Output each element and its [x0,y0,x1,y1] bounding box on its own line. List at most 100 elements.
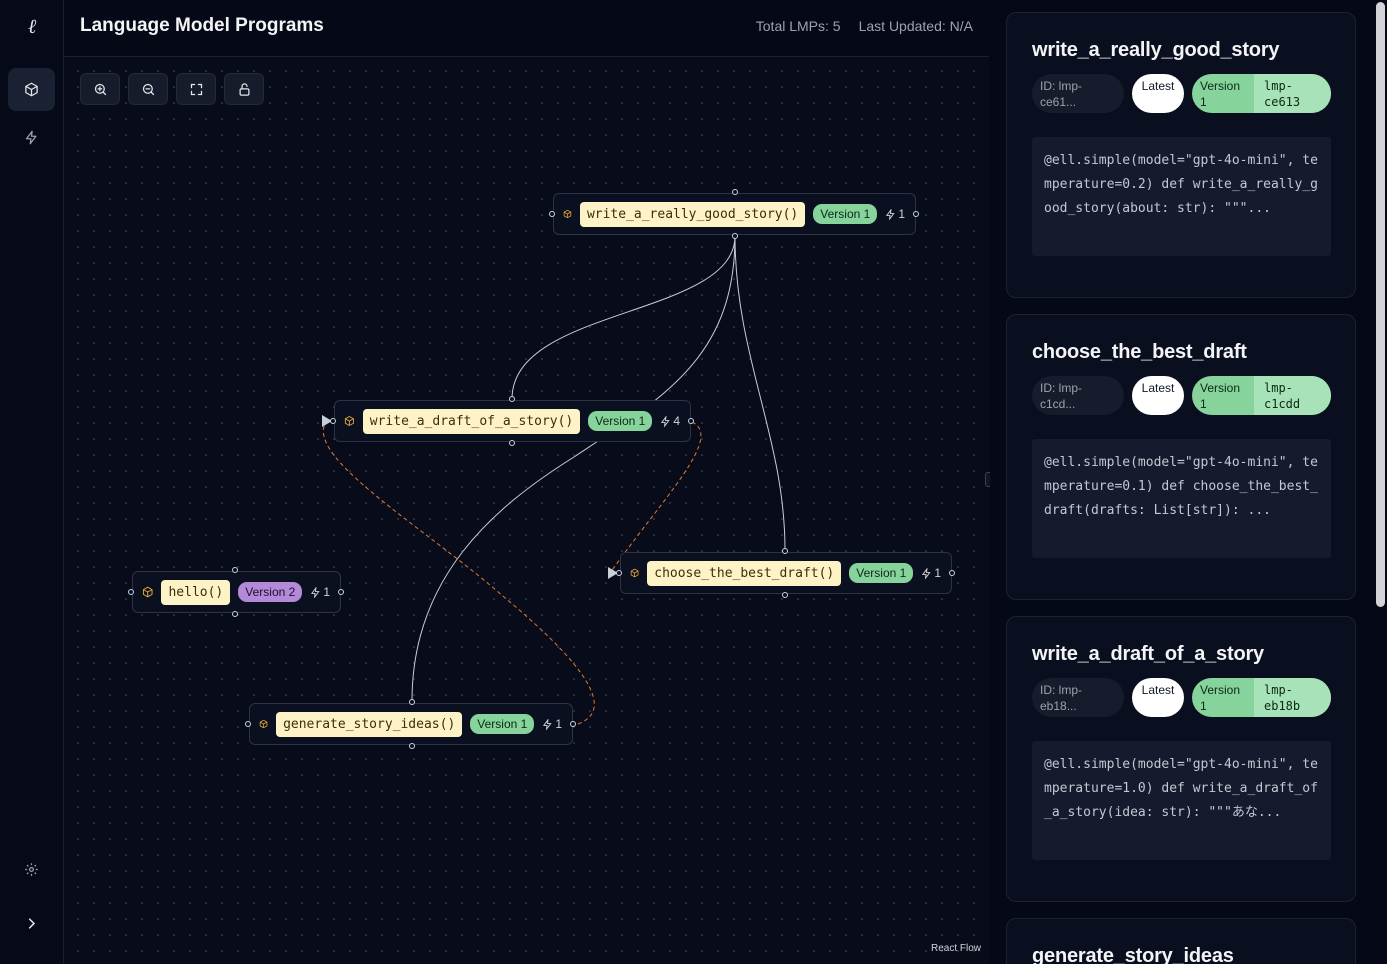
lmp-card-title[interactable]: write_a_really_good_story [1032,39,1280,62]
zoom-in-button[interactable] [80,73,120,105]
settings-button[interactable] [8,848,55,891]
node-handle-left[interactable] [245,721,251,727]
total-lmps: Total LMPs: 5 [755,18,841,34]
lmp-card[interactable]: generate_story_ideas [1006,918,1356,964]
node-handle-right[interactable] [913,211,919,217]
node-handle-left[interactable] [330,418,336,424]
node-handle-top[interactable] [732,189,738,195]
lmp-detail-panel[interactable]: write_a_really_good_story ID: lmp- ce61.… [990,0,1387,964]
lmp-node-choose-the-best-draft[interactable]: choose_the_best_draft() Version 1 1 [620,552,952,594]
lmp-card[interactable]: write_a_really_good_story ID: lmp- ce61.… [1006,12,1356,298]
node-handle-top[interactable] [409,699,415,705]
node-invocation-count: 1 [542,717,562,731]
node-invocation-count: 1 [885,207,905,221]
left-rail: ℓ [0,0,64,964]
lmp-node-write-a-really-good-story[interactable]: write_a_really_good_story() Version 1 1 [553,193,916,235]
gear-icon [25,863,38,876]
node-version-badge: Version 1 [470,714,535,734]
last-updated: Last Updated: N/A [858,18,973,34]
unlock-icon [239,82,249,96]
node-handle-right[interactable] [949,570,955,576]
lmp-card-title[interactable]: choose_the_best_draft [1032,341,1247,364]
canvas-toolbar [80,73,264,105]
expand-sidebar-button[interactable] [8,902,55,945]
bolt-icon [661,415,670,427]
edge-story-to-choose [734,235,786,551]
version-hash: lmp- ce613 [1254,74,1331,113]
lmp-node-write-a-draft-of-a-story[interactable]: write_a_draft_of_a_story() Version 1 4 [334,400,691,442]
version-label: Version 1 [1200,683,1241,713]
invocation-count-value: 1 [323,585,330,599]
dataflow-ideas-to-draft [323,421,595,725]
node-handle-left[interactable] [128,589,134,595]
nav-lmps-button[interactable] [8,68,55,111]
cube-icon [259,719,268,729]
node-handle-top[interactable] [782,548,788,554]
lmp-card-title[interactable]: write_a_draft_of_a_story [1032,643,1264,666]
node-version-badge: Version 1 [849,563,914,583]
lmp-card[interactable]: write_a_draft_of_a_story ID: lmp- eb18..… [1006,616,1356,902]
node-handle-right[interactable] [688,418,694,424]
ell-logo[interactable]: ℓ [0,14,64,39]
lmp-card-badges: ID: lmp- ce61... Latest Version 1 lmp- c… [1032,74,1331,113]
bolt-icon [25,130,37,145]
edge-story-to-ideas [411,235,736,702]
panel-scrollbar[interactable] [1376,2,1385,607]
node-handle-bottom[interactable] [509,440,515,446]
node-handle-left[interactable] [616,570,622,576]
node-handle-bottom[interactable] [409,743,415,749]
react-flow-attribution[interactable]: React Flow [931,943,981,954]
node-handle-bottom[interactable] [732,233,738,239]
invocation-count-value: 1 [898,207,905,221]
version-label: Version 1 [1200,381,1241,411]
version-hash: lmp- eb18b [1254,678,1331,717]
header-stats: Total LMPs: 5 Last Updated: N/A [756,18,973,34]
latest-badge: Latest [1132,74,1184,113]
nav-invocations-button[interactable] [8,116,55,159]
node-handle-right[interactable] [570,721,576,727]
node-handle-top[interactable] [232,567,238,573]
chevron-right-icon [28,918,36,929]
version-hash: lmp- c1cdd [1254,376,1331,415]
lmp-card[interactable]: choose_the_best_draft ID: lmp- c1cd... L… [1006,314,1356,600]
node-handle-bottom[interactable] [782,592,788,598]
cube-icon [142,586,153,598]
node-handle-right[interactable] [338,589,344,595]
zoom-out-button[interactable] [128,73,168,105]
lmp-node-hello[interactable]: hello() Version 2 1 [132,571,341,613]
bolt-icon [886,208,895,220]
node-invocation-count: 1 [310,585,330,599]
node-function-name: write_a_draft_of_a_story() [362,408,581,434]
dataflow-draft-to-choose [609,421,702,574]
node-handle-bottom[interactable] [232,611,238,617]
lmp-card-title[interactable]: generate_story_ideas [1032,945,1234,964]
lmp-card-badges: ID: lmp- eb18... Latest Version 1 lmp- e… [1032,678,1331,717]
lmp-node-generate-story-ideas[interactable]: generate_story_ideas() Version 1 1 [249,703,573,745]
bolt-icon [543,718,552,730]
lmp-id-badge: ID: lmp- ce61... [1032,74,1124,113]
bolt-icon [922,567,931,579]
lmp-code-preview: @ell.simple(model="gpt-4o-mini", tempera… [1032,137,1331,256]
cube-icon [630,568,639,578]
latest-badge: Latest [1132,376,1184,415]
node-function-name: generate_story_ideas() [276,711,463,737]
version-badge: Version 1 lmp- eb18b [1192,678,1331,717]
node-function-name: hello() [161,579,231,605]
graph-canvas[interactable]: write_a_really_good_story() Version 1 1 … [64,57,989,964]
version-label: Version 1 [1200,79,1241,109]
node-function-name: write_a_really_good_story() [579,201,806,227]
node-function-name: choose_the_best_draft() [647,560,842,586]
node-invocation-count: 4 [660,414,680,428]
fit-view-button[interactable] [176,73,216,105]
node-handle-top[interactable] [509,396,515,402]
invocation-count-value: 1 [555,717,562,731]
lmp-id-badge: ID: lmp- eb18... [1032,678,1124,717]
app-root: ℓ Language Model Programs Total LMPs: 5 … [0,0,1387,964]
invocation-count-value: 1 [934,566,941,580]
fit-view-icon [190,83,202,95]
node-version-badge: Version 1 [588,411,653,431]
node-handle-left[interactable] [549,211,555,217]
lmp-card-badges: ID: lmp- c1cd... Latest Version 1 lmp- c… [1032,376,1331,415]
page-header: Language Model Programs Total LMPs: 5 La… [64,0,989,57]
lock-toggle-button[interactable] [224,73,264,105]
